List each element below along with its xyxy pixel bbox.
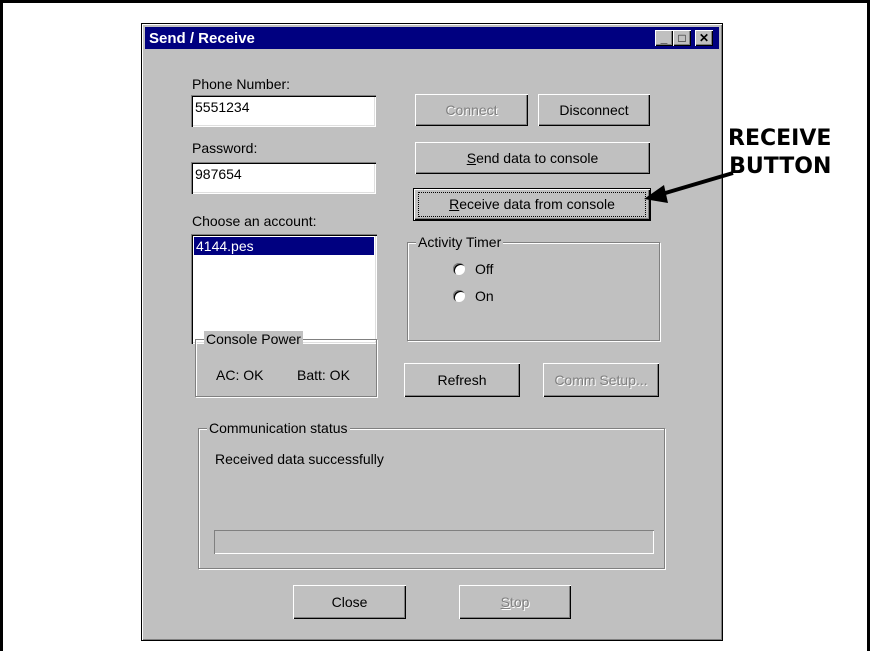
progress-bar [214,530,654,554]
password-label: Password: [192,140,258,156]
refresh-button[interactable]: Refresh [404,363,520,397]
callout-line-2: BUTTON [729,154,832,179]
communication-status-group: Communication status Received data succe… [198,420,665,569]
send-data-button[interactable]: Send data to console [415,142,650,174]
choose-account-label: Choose an account: [192,213,317,229]
console-power-group: Console Power AC: OK Batt: OK [195,331,377,397]
connect-button[interactable]: Connect [415,94,528,126]
send-receive-dialog: Send / Receive _ □ ✕ Phone Number: 55512… [141,23,723,641]
close-button[interactable]: Close [293,585,406,619]
stop-accelerator: S [500,594,510,610]
maximize-icon: □ [678,31,686,45]
phone-number-field[interactable]: 5551234 [191,95,376,127]
disconnect-button[interactable]: Disconnect [538,94,650,126]
callout-arrow [644,171,734,203]
activity-timer-title: Activity Timer [416,234,504,250]
list-item[interactable]: 4144.pes [194,237,374,255]
account-listbox[interactable]: 4144.pes [191,234,377,344]
arrow-head-icon [644,185,668,203]
arrow-shaft [661,171,734,196]
window-title: Send / Receive [149,30,255,47]
on-radio-label: On [475,288,494,304]
password-field[interactable]: 987654 [191,162,376,194]
receive-data-button[interactable]: Receive data from console [413,188,651,221]
off-radio[interactable] [453,263,465,275]
minimize-button[interactable]: _ [655,30,673,46]
maximize-button[interactable]: □ [673,30,691,46]
on-radio[interactable] [453,290,465,302]
stop-button[interactable]: Stop [459,585,571,619]
battery-status: Batt: OK [297,367,350,383]
send-accelerator: S [466,150,477,166]
focus-rectangle [418,192,646,217]
receive-button-callout: RECEIVE BUTTON [728,125,831,181]
ac-status: AC: OK [216,367,264,383]
minimize-icon: _ [660,31,668,45]
close-window-button[interactable]: ✕ [695,30,713,46]
communication-status-title: Communication status [207,420,350,436]
status-message: Received data successfully [215,451,384,467]
close-icon: ✕ [698,31,710,45]
console-power-title: Console Power [204,331,303,347]
send-label-rest: end data to console [476,150,599,166]
off-radio-label: Off [475,261,494,277]
stop-label-rest: top [509,594,530,610]
title-bar: Send / Receive _ □ ✕ [145,27,719,49]
phone-number-label: Phone Number: [192,76,291,92]
comm-setup-button[interactable]: Comm Setup... [543,363,659,397]
activity-timer-group: Activity Timer Off On [407,234,660,341]
callout-line-1: RECEIVE [728,126,832,151]
